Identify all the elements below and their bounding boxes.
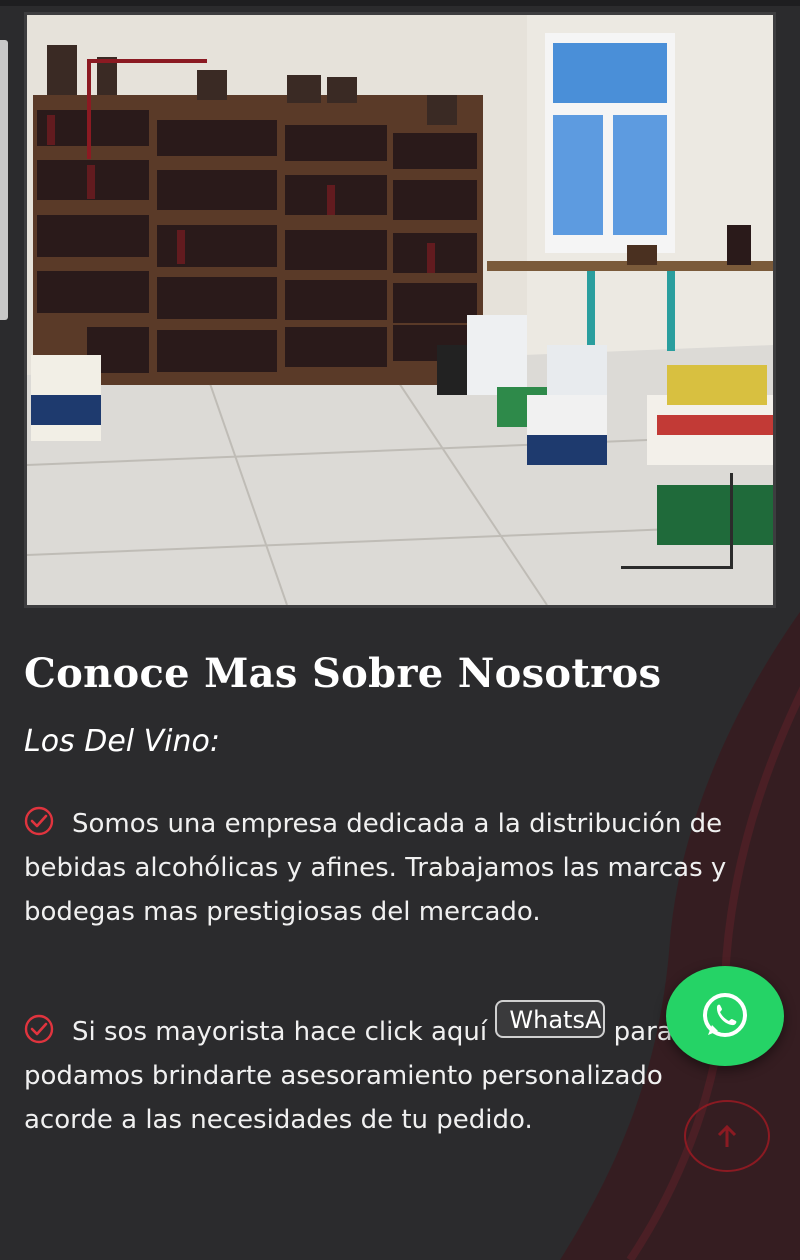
top-bar xyxy=(0,0,800,6)
about-item: Si sos mayorista hace click aquí WhatsA p… xyxy=(24,1000,754,1142)
check-circle-icon xyxy=(24,1014,54,1044)
section-title: Conoce Mas Sobre Nosotros xyxy=(24,650,662,697)
side-handle xyxy=(0,40,8,320)
about-item-text: Si sos mayorista hace click aquí xyxy=(72,1017,488,1047)
arrow-up-icon xyxy=(717,1124,737,1147)
photo-frame-accent-left xyxy=(87,59,91,159)
scroll-to-top-button[interactable] xyxy=(684,1100,770,1172)
about-item-text: Somos una empresa dedicada a la distribu… xyxy=(24,809,727,927)
check-circle-icon xyxy=(24,806,54,836)
section-subtitle: Los Del Vino: xyxy=(24,724,220,759)
whatsapp-float-button[interactable] xyxy=(666,966,784,1066)
photo-frame-accent-top xyxy=(87,59,207,63)
store-photo xyxy=(24,12,776,608)
whatsapp-inline-button[interactable]: WhatsApp xyxy=(495,1000,606,1038)
about-item: Somos una empresa dedicada a la distribu… xyxy=(24,802,754,934)
photo-frame-accent-right xyxy=(730,473,733,569)
photo-frame-accent-bottom xyxy=(621,566,733,569)
whatsapp-icon xyxy=(703,993,747,1037)
